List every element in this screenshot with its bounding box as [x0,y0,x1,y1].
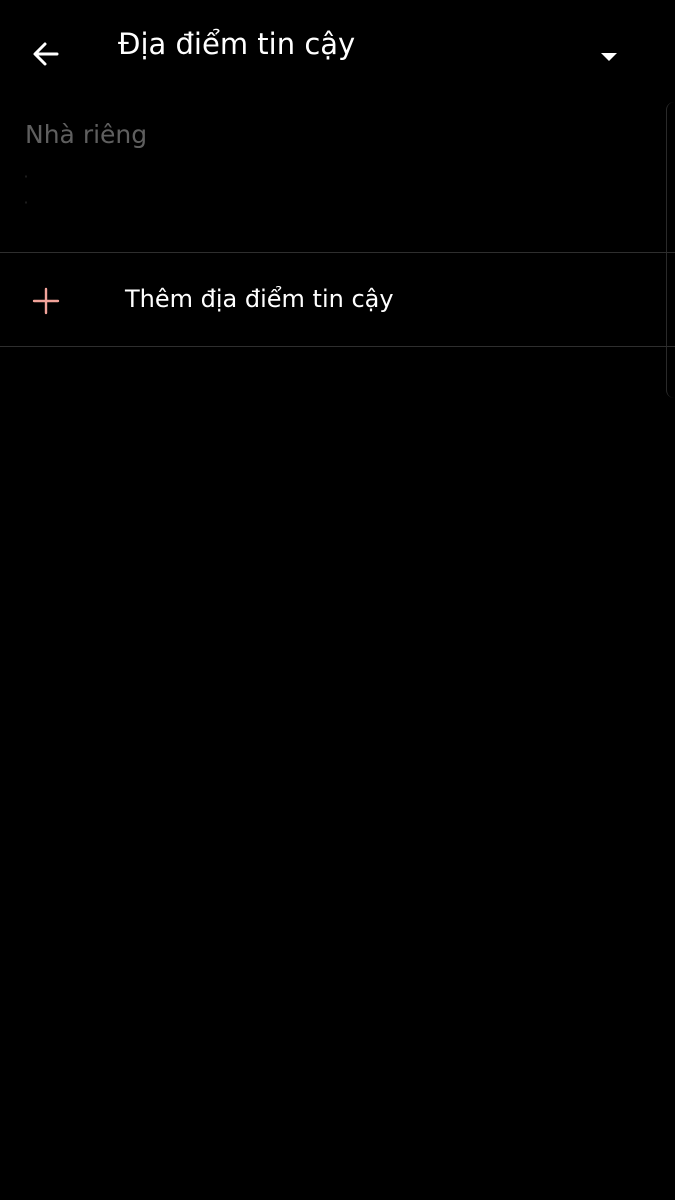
divider [0,346,675,347]
back-button[interactable] [24,34,68,78]
add-trusted-place-button[interactable]: Thêm địa điểm tin cậy [0,253,675,346]
caret-down-icon [600,48,618,67]
home-entry [25,170,27,224]
add-trusted-place-label: Thêm địa điểm tin cậy [125,285,394,313]
more-options-button[interactable] [592,40,626,74]
app-bar: Địa điểm tin cậy [0,0,675,100]
home-section: Nhà riêng [0,104,675,252]
plus-icon [28,283,64,319]
home-section-header: Nhà riêng [25,120,148,149]
page-title: Địa điểm tin cậy [118,27,356,61]
arrow-left-icon [31,39,61,73]
